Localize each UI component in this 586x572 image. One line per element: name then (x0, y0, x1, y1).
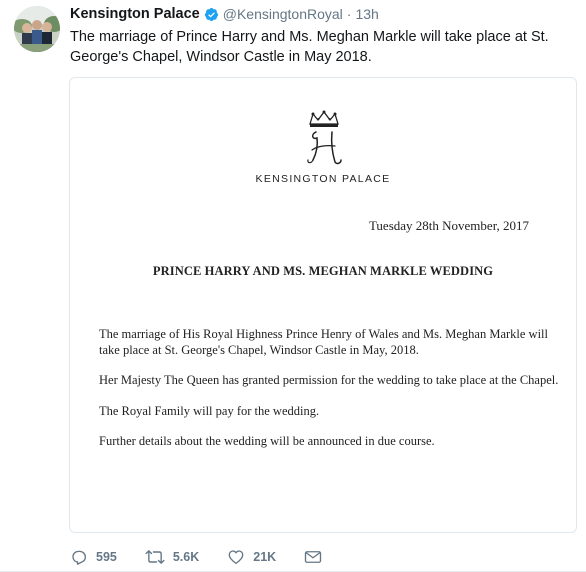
like-icon (228, 550, 244, 565)
attached-statement-image[interactable]: KENSINGTON PALACE Tuesday 28th November,… (69, 77, 577, 533)
reply-button[interactable]: 595 (70, 548, 117, 566)
statement-body: The marriage of His Royal Highness Princ… (99, 327, 564, 465)
statement-paragraph: Further details about the wedding will b… (99, 434, 435, 448)
avatar[interactable] (14, 6, 60, 52)
author-handle[interactable]: @KensingtonRoyal (223, 6, 343, 22)
monogram-h-crown-icon (301, 110, 347, 168)
header-separator: · (346, 6, 352, 22)
retweet-icon (145, 550, 165, 564)
tweet-text: The marriage of Prince Harry and Ms. Meg… (70, 29, 549, 65)
reply-count: 595 (96, 550, 117, 564)
like-count: 21K (253, 550, 277, 564)
avatar-photo-icon (14, 6, 60, 52)
statement-heading: PRINCE HARRY AND MS. MEGHAN MARKLE WEDDI… (152, 264, 494, 278)
direct-message-button[interactable] (304, 549, 322, 565)
retweet-count: 5.6K (172, 550, 200, 564)
reply-icon (72, 550, 87, 565)
statement-paragraph: The Royal Family will pay for the weddin… (99, 403, 320, 418)
statement-paragraph: Her Majesty The Queen has granted permis… (99, 373, 559, 387)
palace-name-letterhead: KENSINGTON PALACE (255, 173, 391, 185)
like-button[interactable]: 21K (227, 548, 276, 566)
retweet-button[interactable]: 5.6K (145, 548, 199, 566)
tweet-action-bar: 595 5.6K 21K (70, 546, 350, 568)
direct-message-icon (305, 551, 322, 563)
verified-badge-icon (204, 7, 219, 22)
tweet-header: Kensington Palace @KensingtonRoyal · 13h (70, 4, 379, 24)
tweet: Kensington Palace @KensingtonRoyal · 13h… (0, 0, 586, 572)
statement-date: Tuesday 28th November, 2017 (368, 218, 529, 233)
author-name[interactable]: Kensington Palace (70, 6, 200, 22)
statement-paragraph: The marriage of His Royal Highness Princ… (99, 327, 549, 357)
tweet-timestamp[interactable]: 13h (355, 6, 378, 22)
